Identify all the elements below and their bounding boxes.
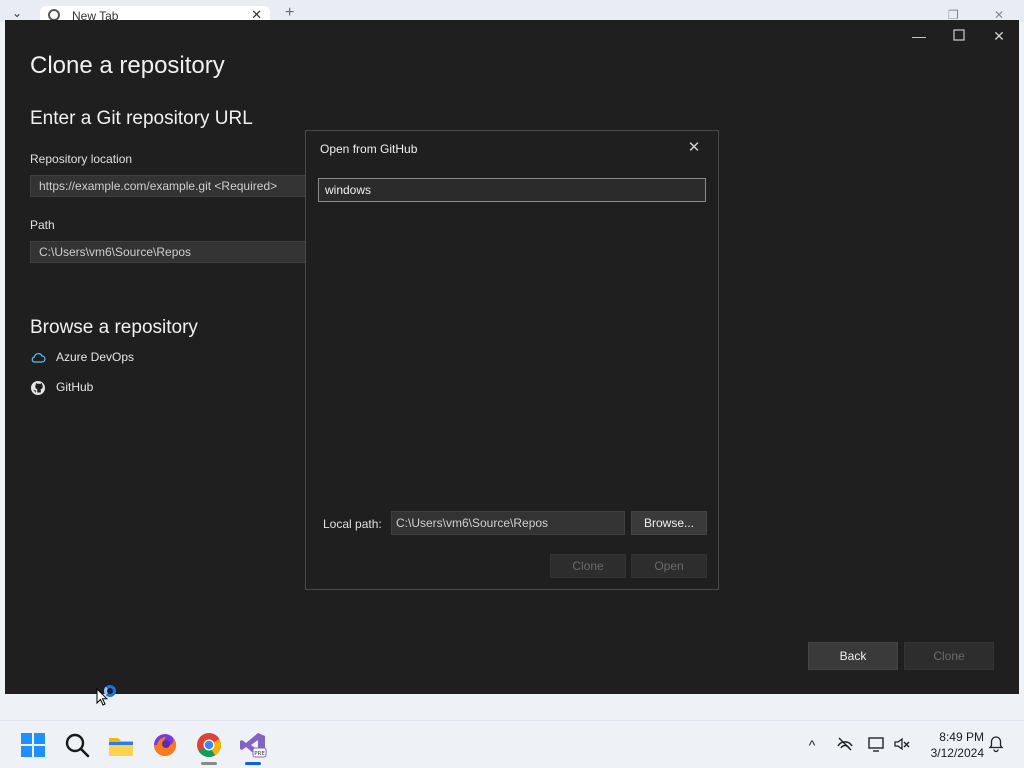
repository-location-input[interactable]: https://example.com/example.git <Require… <box>30 175 330 197</box>
open-from-github-dialog: Open from GitHub ✕ windows Local path: C… <box>305 130 719 590</box>
file-explorer-icon[interactable] <box>107 731 135 759</box>
new-tab-icon[interactable]: + <box>285 5 294 21</box>
dialog-open-button[interactable]: Open <box>631 554 707 578</box>
git-url-section-title: Enter a Git repository URL <box>30 108 253 129</box>
github-label: GitHub <box>56 380 94 394</box>
visual-studio-icon[interactable]: PRE <box>239 731 267 759</box>
back-button[interactable]: Back <box>808 642 898 670</box>
cloud-icon <box>30 350 46 366</box>
network-disconnected-icon[interactable] <box>835 735 855 755</box>
github-icon <box>30 380 46 396</box>
tab-list-chevron-icon[interactable]: ⌄ <box>12 6 22 20</box>
system-clock[interactable]: 8:49 PM 3/12/2024 <box>914 729 984 761</box>
notifications-bell-icon[interactable] <box>986 735 1006 755</box>
chrome-icon[interactable] <box>195 731 223 759</box>
firefox-icon[interactable] <box>151 731 179 759</box>
windows-start-icon[interactable] <box>19 731 47 759</box>
dialog-title: Open from GitHub <box>320 142 418 156</box>
minimize-icon[interactable]: — <box>909 26 929 46</box>
dialog-clone-button[interactable]: Clone <box>550 554 626 578</box>
display-icon[interactable] <box>866 735 886 755</box>
clone-button[interactable]: Clone <box>904 642 994 670</box>
dialog-close-icon[interactable]: ✕ <box>684 138 704 158</box>
maximize-icon[interactable] <box>949 26 969 46</box>
search-icon[interactable] <box>63 731 91 759</box>
taskbar: PRE ^ 8:49 PM 3/12/2024 <box>0 720 1024 768</box>
azure-devops-label: Azure DevOps <box>56 350 135 364</box>
clock-time: 8:49 PM <box>939 730 984 744</box>
visual-studio-active-indicator <box>245 762 261 765</box>
repository-location-label: Repository location <box>30 152 133 166</box>
chrome-running-indicator <box>201 762 217 765</box>
busy-spinner-icon <box>104 685 116 697</box>
repository-search-input[interactable]: windows <box>318 178 706 202</box>
path-label: Path <box>30 218 55 232</box>
path-input[interactable]: C:\Users\vm6\Source\Repos <box>30 241 330 263</box>
svg-text:PRE: PRE <box>254 751 265 757</box>
show-hidden-icons-chevron-icon[interactable]: ^ <box>802 735 822 755</box>
close-window-icon[interactable]: ✕ <box>989 26 1009 46</box>
volume-muted-icon[interactable] <box>892 735 912 755</box>
background-browser-strip: ⌄ New Tab ✕ + ❐ ✕ <box>0 0 1024 22</box>
clock-date: 3/12/2024 <box>930 746 984 760</box>
browse-section-title: Browse a repository <box>30 317 198 338</box>
local-path-input[interactable]: C:\Users\vm6\Source\Repos <box>391 511 625 535</box>
browse-button[interactable]: Browse... <box>631 511 707 535</box>
local-path-label: Local path: <box>323 517 382 531</box>
page-title: Clone a repository <box>30 52 225 79</box>
